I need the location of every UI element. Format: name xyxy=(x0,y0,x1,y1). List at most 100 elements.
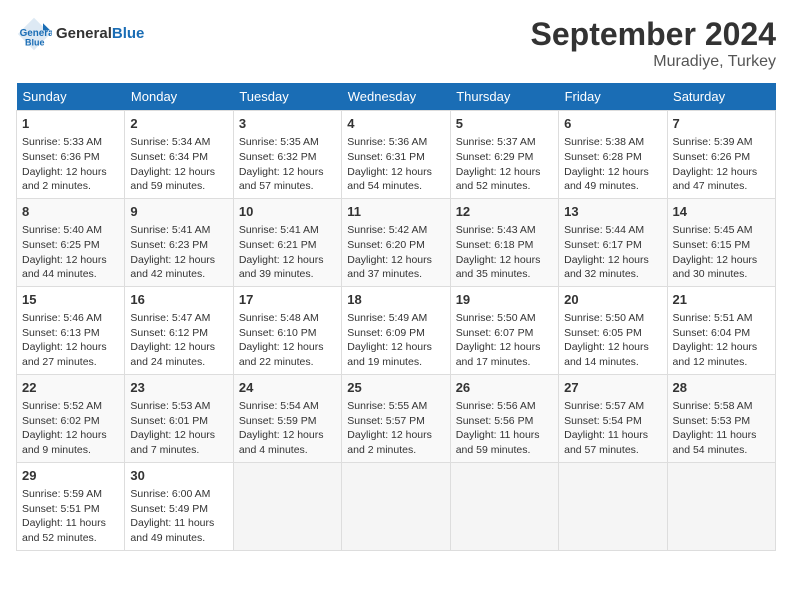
daylight-label: Daylight: 12 hours and 2 minutes. xyxy=(347,429,432,456)
daylight-label: Daylight: 12 hours and 44 minutes. xyxy=(22,254,107,281)
day-number: 5 xyxy=(456,115,553,133)
day-number: 23 xyxy=(130,379,227,397)
sunset-label: Sunset: 6:15 PM xyxy=(673,239,751,251)
sunset-label: Sunset: 6:25 PM xyxy=(22,239,100,251)
day-number: 9 xyxy=(130,203,227,221)
col-monday: Monday xyxy=(125,83,233,111)
sunrise-label: Sunrise: 5:50 AM xyxy=(456,312,536,324)
day-number: 8 xyxy=(22,203,119,221)
sunset-label: Sunset: 6:28 PM xyxy=(564,151,642,163)
col-saturday: Saturday xyxy=(667,83,775,111)
col-wednesday: Wednesday xyxy=(342,83,450,111)
svg-text:Blue: Blue xyxy=(25,38,45,48)
table-row: 2Sunrise: 5:34 AMSunset: 6:34 PMDaylight… xyxy=(125,111,233,199)
day-number: 22 xyxy=(22,379,119,397)
day-number: 27 xyxy=(564,379,661,397)
day-number: 28 xyxy=(673,379,770,397)
table-row xyxy=(450,462,558,550)
daylight-label: Daylight: 12 hours and 35 minutes. xyxy=(456,254,541,281)
calendar-week-row: 15Sunrise: 5:46 AMSunset: 6:13 PMDayligh… xyxy=(17,286,776,374)
day-number: 7 xyxy=(673,115,770,133)
sunrise-label: Sunrise: 5:53 AM xyxy=(130,400,210,412)
sunset-label: Sunset: 5:51 PM xyxy=(22,503,100,515)
day-number: 26 xyxy=(456,379,553,397)
sunrise-label: Sunrise: 5:38 AM xyxy=(564,136,644,148)
calendar-week-row: 1Sunrise: 5:33 AMSunset: 6:36 PMDaylight… xyxy=(17,111,776,199)
sunrise-label: Sunrise: 5:59 AM xyxy=(22,488,102,500)
table-row: 1Sunrise: 5:33 AMSunset: 6:36 PMDaylight… xyxy=(17,111,125,199)
sunrise-label: Sunrise: 5:34 AM xyxy=(130,136,210,148)
sunset-label: Sunset: 6:29 PM xyxy=(456,151,534,163)
day-number: 1 xyxy=(22,115,119,133)
table-row: 17Sunrise: 5:48 AMSunset: 6:10 PMDayligh… xyxy=(233,286,341,374)
col-sunday: Sunday xyxy=(17,83,125,111)
daylight-label: Daylight: 12 hours and 30 minutes. xyxy=(673,254,758,281)
table-row: 7Sunrise: 5:39 AMSunset: 6:26 PMDaylight… xyxy=(667,111,775,199)
daylight-label: Daylight: 12 hours and 42 minutes. xyxy=(130,254,215,281)
day-number: 16 xyxy=(130,291,227,309)
sunrise-label: Sunrise: 5:44 AM xyxy=(564,224,644,236)
sunset-label: Sunset: 6:18 PM xyxy=(456,239,534,251)
sunrise-label: Sunrise: 6:00 AM xyxy=(130,488,210,500)
table-row: 25 Sunrise: 5:55 AM Sunset: 5:57 PM Dayligh… xyxy=(342,374,450,462)
calendar-week-row: 8Sunrise: 5:40 AMSunset: 6:25 PMDaylight… xyxy=(17,198,776,286)
day-number: 12 xyxy=(456,203,553,221)
sunset-label: Sunset: 6:17 PM xyxy=(564,239,642,251)
day-number: 20 xyxy=(564,291,661,309)
logo: General Blue GeneralBlue xyxy=(16,16,144,52)
table-row xyxy=(559,462,667,550)
day-number: 6 xyxy=(564,115,661,133)
daylight-label: Daylight: 12 hours and 14 minutes. xyxy=(564,341,649,368)
table-row: 6 Sunrise: 5:38 AM Sunset: 6:28 PM Daylight… xyxy=(559,111,667,199)
daylight-label: Daylight: 12 hours and 24 minutes. xyxy=(130,341,215,368)
calendar-header-row: Sunday Monday Tuesday Wednesday Thursday… xyxy=(17,83,776,111)
sunrise-label: Sunrise: 5:55 AM xyxy=(347,400,427,412)
day-number: 3 xyxy=(239,115,336,133)
daylight-label: Daylight: 11 hours and 57 minutes. xyxy=(564,429,648,456)
daylight-label: Daylight: 12 hours and 57 minutes. xyxy=(239,166,324,193)
sunset-label: Sunset: 5:53 PM xyxy=(673,415,751,427)
daylight-label: Daylight: 12 hours and 54 minutes. xyxy=(347,166,432,193)
daylight-label: Daylight: 11 hours and 49 minutes. xyxy=(130,517,214,544)
table-row: 5Sunrise: 5:37 AMSunset: 6:29 PMDaylight… xyxy=(450,111,558,199)
day-number: 24 xyxy=(239,379,336,397)
daylight-label: Daylight: 12 hours and 49 minutes. xyxy=(564,166,649,193)
sunset-label: Sunset: 6:20 PM xyxy=(347,239,425,251)
table-row: 30Sunrise: 6:00 AMSunset: 5:49 PMDayligh… xyxy=(125,462,233,550)
sunset-label: Sunset: 6:32 PM xyxy=(239,151,317,163)
sunrise-label: Sunrise: 5:56 AM xyxy=(456,400,536,412)
day-number: 30 xyxy=(130,467,227,485)
daylight-label: Daylight: 12 hours and 7 minutes. xyxy=(130,429,215,456)
table-row xyxy=(233,462,341,550)
daylight-label: Daylight: 12 hours and 17 minutes. xyxy=(456,341,541,368)
sunset-label: Sunset: 5:57 PM xyxy=(347,415,425,427)
sunset-label: Sunset: 6:05 PM xyxy=(564,327,642,339)
sunset-label: Sunset: 6:10 PM xyxy=(239,327,317,339)
sunrise-label: Sunrise: 5:51 AM xyxy=(673,312,753,324)
col-tuesday: Tuesday xyxy=(233,83,341,111)
sunset-label: Sunset: 6:31 PM xyxy=(347,151,425,163)
table-row: 26Sunrise: 5:56 AMSunset: 5:56 PMDayligh… xyxy=(450,374,558,462)
daylight-label: Daylight: 11 hours and 52 minutes. xyxy=(22,517,106,544)
sunset-label: Sunset: 6:04 PM xyxy=(673,327,751,339)
table-row: 19Sunrise: 5:50 AMSunset: 6:07 PMDayligh… xyxy=(450,286,558,374)
day-number: 18 xyxy=(347,291,444,309)
day-number: 14 xyxy=(673,203,770,221)
sunset-label: Sunset: 6:01 PM xyxy=(130,415,208,427)
day-number: 25 xyxy=(347,379,444,397)
table-row: 18Sunrise: 5:49 AMSunset: 6:09 PMDayligh… xyxy=(342,286,450,374)
sunset-label: Sunset: 6:26 PM xyxy=(673,151,751,163)
location: Muradiye, Turkey xyxy=(531,53,776,71)
table-row: 13Sunrise: 5:44 AMSunset: 6:17 PMDayligh… xyxy=(559,198,667,286)
daylight-label: Daylight: 12 hours and 47 minutes. xyxy=(673,166,758,193)
table-row: 24Sunrise: 5:54 AMSunset: 5:59 PMDayligh… xyxy=(233,374,341,462)
table-row xyxy=(667,462,775,550)
day-number: 17 xyxy=(239,291,336,309)
table-row: 28Sunrise: 5:58 AMSunset: 5:53 PMDayligh… xyxy=(667,374,775,462)
table-row: 20Sunrise: 5:50 AMSunset: 6:05 PMDayligh… xyxy=(559,286,667,374)
sunrise-label: Sunrise: 5:58 AM xyxy=(673,400,753,412)
sunrise-label: Sunrise: 5:41 AM xyxy=(130,224,210,236)
sunset-label: Sunset: 6:13 PM xyxy=(22,327,100,339)
calendar-week-row: 29Sunrise: 5:59 AMSunset: 5:51 PMDayligh… xyxy=(17,462,776,550)
table-row: 14Sunrise: 5:45 AMSunset: 6:15 PMDayligh… xyxy=(667,198,775,286)
